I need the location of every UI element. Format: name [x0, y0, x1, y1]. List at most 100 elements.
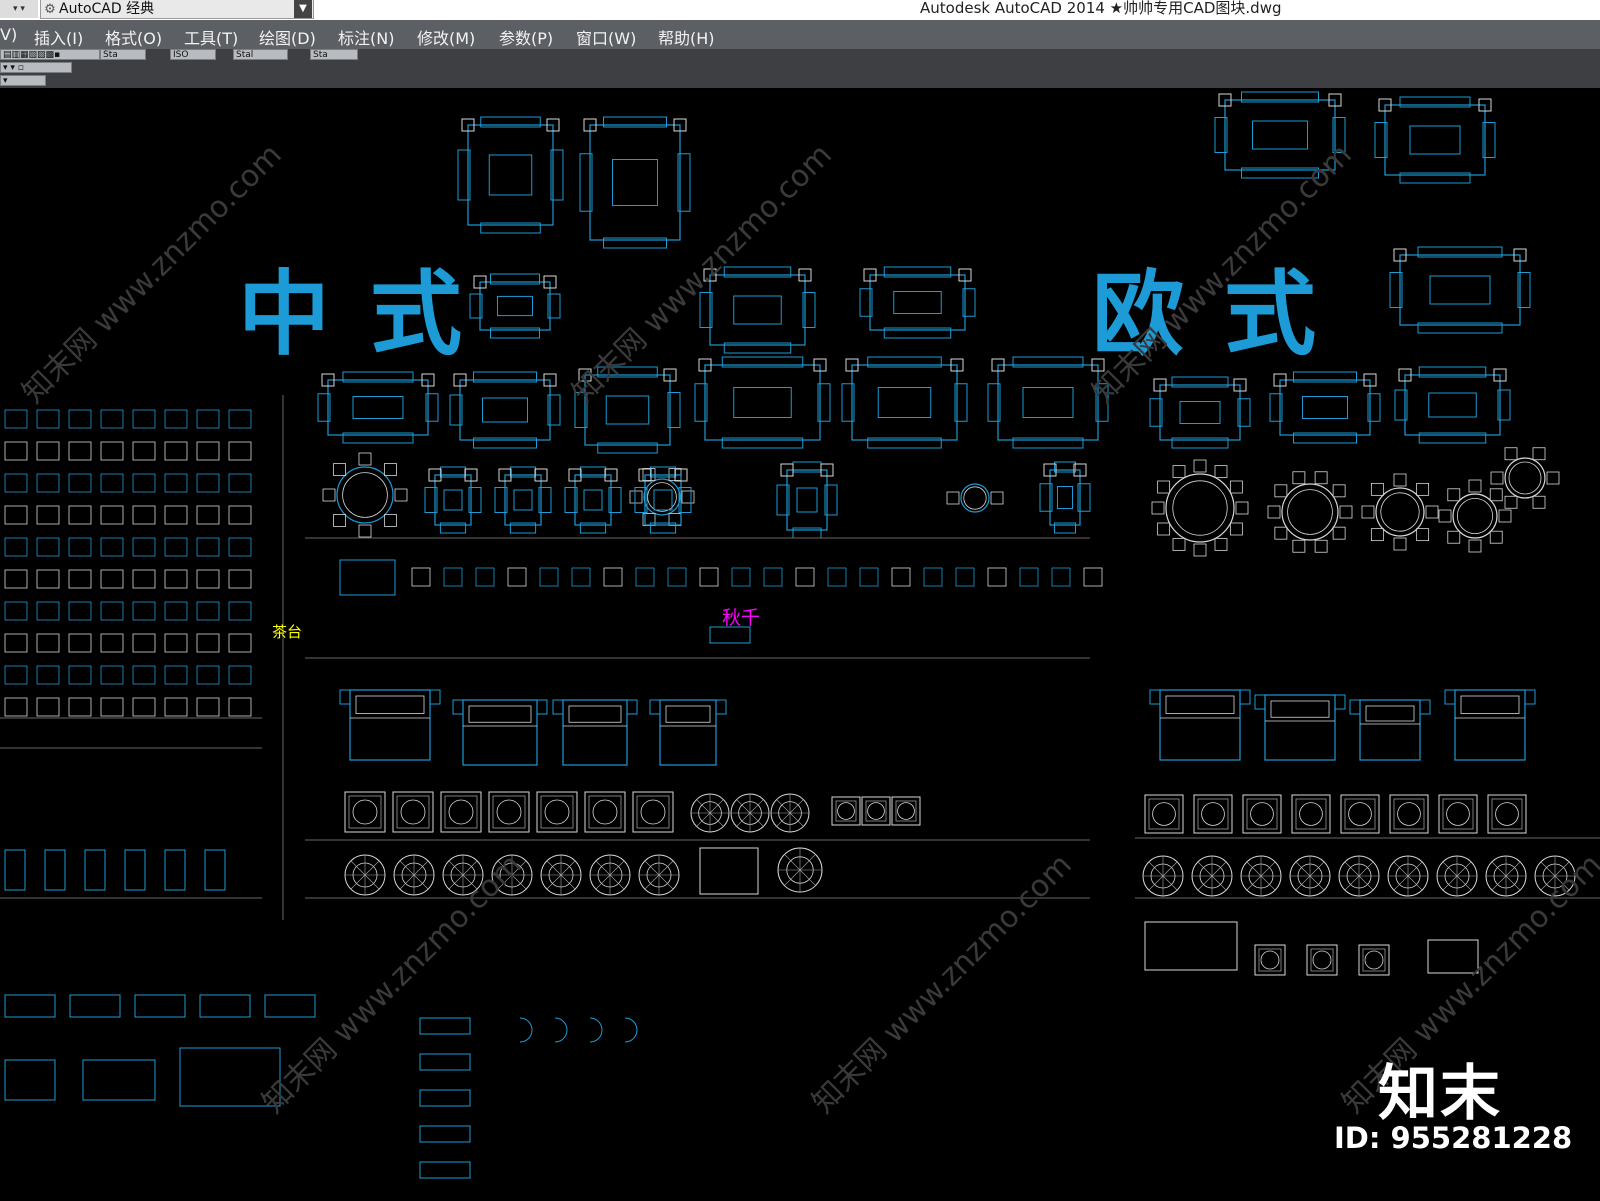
fixture-block: [132, 697, 156, 717]
floor-tile-block: [1438, 794, 1478, 834]
fixture-block: [100, 473, 124, 493]
fixture-block: [36, 409, 60, 429]
floor-tile-block: [891, 796, 921, 826]
fixture-block: [36, 505, 60, 525]
chair-block: [443, 567, 463, 587]
chair-block: [475, 567, 495, 587]
fixture-block: [196, 633, 220, 653]
fixture-block: [68, 409, 92, 429]
fixture-block: [4, 441, 28, 461]
fixture-block: [132, 473, 156, 493]
floor-tile-block: [1306, 944, 1338, 976]
round-table-block: [1361, 473, 1439, 551]
kitchen-block: [419, 1161, 471, 1179]
round-table-block: [322, 452, 408, 538]
fixture-block: [196, 601, 220, 621]
fixture-block: [68, 569, 92, 589]
fixture-block: [68, 537, 92, 557]
label-tea-table: 茶台: [272, 623, 303, 641]
dining-table-block: [1039, 461, 1091, 534]
tea-table-block: [339, 559, 396, 596]
floor-tile-block: [536, 791, 578, 833]
floor-medallion-block: [1191, 855, 1233, 897]
fixture-block: [164, 601, 188, 621]
carpet-block: [1144, 921, 1238, 971]
floor-tile-block: [1291, 794, 1331, 834]
fixture-block: [100, 665, 124, 685]
fixture-block: [4, 569, 28, 589]
fixture-block: [132, 601, 156, 621]
fixture-block: [228, 601, 252, 621]
dining-table-block: [776, 461, 838, 539]
fixture-block: [100, 441, 124, 461]
floor-medallion-block: [1387, 855, 1429, 897]
fixture-block: [4, 537, 28, 557]
fixture-block: [36, 441, 60, 461]
fixture-block: [228, 537, 252, 557]
lattice-panel-block: [699, 847, 759, 895]
chair-block: [923, 567, 943, 587]
fixture-block: [132, 569, 156, 589]
floor-tile-block: [488, 791, 530, 833]
floor-medallion-block: [589, 854, 631, 896]
chair-block: [699, 567, 719, 587]
chair-block: [507, 567, 527, 587]
sofa-set-block: [579, 116, 691, 249]
fixture-block: [196, 665, 220, 685]
floor-medallion-block: [1240, 855, 1282, 897]
floor-tile-block: [632, 791, 674, 833]
fixture-block: [4, 633, 28, 653]
fixture-block: [204, 849, 226, 891]
bed-block: [1254, 694, 1346, 761]
sofa-set-block: [1394, 366, 1511, 444]
chair-block: [731, 567, 751, 587]
floor-tile-block: [831, 796, 861, 826]
kitchen-block: [419, 1089, 471, 1107]
bed-block: [1349, 699, 1431, 761]
fixture-block: [4, 505, 28, 525]
kitchen-block: [419, 1125, 471, 1143]
fixture-block: [36, 569, 60, 589]
fixture-block: [100, 601, 124, 621]
sofa-set-block: [1389, 246, 1531, 334]
chair-block: [987, 567, 1007, 587]
floor-tile-block: [1340, 794, 1380, 834]
fixture-block: [36, 601, 60, 621]
cabinet-block: [82, 1059, 156, 1101]
floor-medallion-block: [344, 854, 386, 896]
fixture-block: [228, 409, 252, 429]
brand-id: ID: 955281228: [1334, 1121, 1573, 1155]
dining-table-block: [424, 466, 482, 534]
fixture-block: [164, 409, 188, 429]
sofa-set-block: [1269, 371, 1381, 444]
floor-medallion-block: [393, 854, 435, 896]
sofa-set-block: [694, 356, 831, 449]
floor-tile-block: [1193, 794, 1233, 834]
label-swing: 秋千: [722, 607, 761, 629]
round-table-block: [1438, 479, 1512, 553]
fixture-block: [4, 473, 28, 493]
chair-block: [795, 567, 815, 587]
floor-medallion-block: [1485, 855, 1527, 897]
chair-block: [859, 567, 879, 587]
door-swing-block: [554, 1017, 568, 1043]
fixture-block: [132, 665, 156, 685]
fixture-block: [196, 505, 220, 525]
floor-medallion-block: [1289, 855, 1331, 897]
fixture-block: [228, 697, 252, 717]
fixture-block: [100, 537, 124, 557]
desk-block: [4, 994, 56, 1018]
chair-block: [891, 567, 911, 587]
bed-block: [452, 699, 548, 766]
fixture-block: [68, 697, 92, 717]
round-table-block: [1151, 459, 1249, 557]
cabinet-block: [4, 1059, 56, 1101]
fixture-block: [36, 537, 60, 557]
fixture-block: [132, 505, 156, 525]
sofa-set-block: [859, 266, 976, 339]
fixture-block: [196, 409, 220, 429]
floor-medallion-block: [1436, 855, 1478, 897]
door-swing-block: [624, 1017, 638, 1043]
chair-block: [1019, 567, 1039, 587]
floor-tile-block: [1254, 944, 1286, 976]
